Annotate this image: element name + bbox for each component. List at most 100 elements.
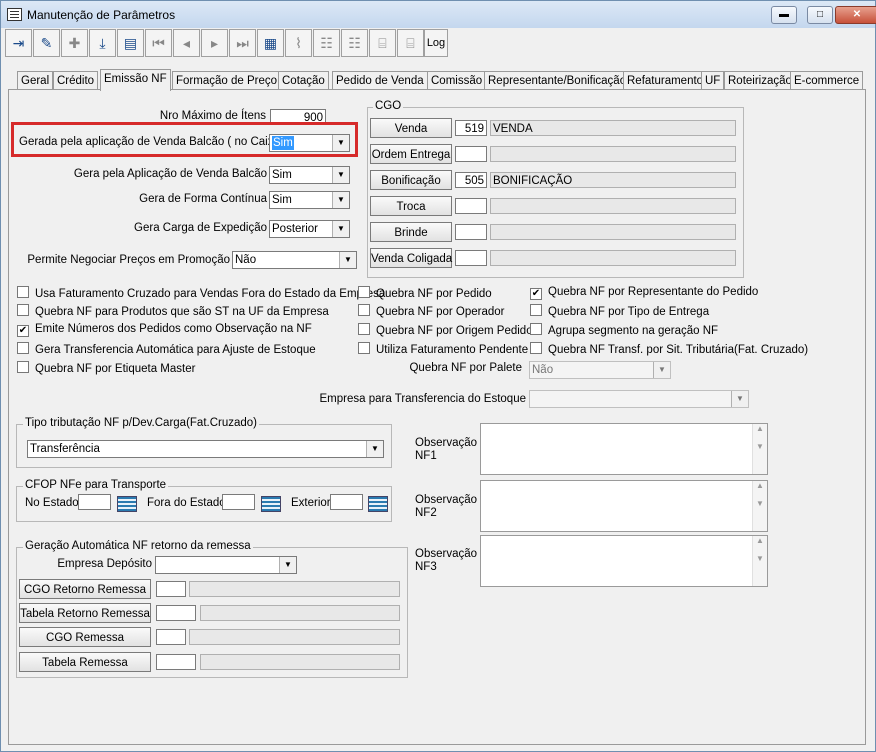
tipo-tributacao-select[interactable]: Transferência ▼: [27, 440, 384, 458]
tabela-retorno-remessa-button[interactable]: Tabela Retorno Remessa: [19, 603, 151, 623]
checkbox-box[interactable]: [530, 342, 542, 354]
checkbox-quebra-sit-tributaria[interactable]: Quebra NF Transf. por Sit. Tributária(Fa…: [530, 342, 808, 356]
cgo-troca-button[interactable]: Troca: [370, 196, 452, 216]
empresa-transf-select[interactable]: ▼: [529, 390, 749, 408]
checkbox-agrupa-segmento[interactable]: Agrupa segmento na geração NF: [530, 323, 718, 337]
chevron-down-icon[interactable]: ▼: [653, 362, 670, 378]
scrollbar[interactable]: ▲ ▼: [752, 481, 767, 531]
cgo-venda-code[interactable]: 519: [455, 120, 487, 136]
quebra-palete-select[interactable]: Não ▼: [529, 361, 671, 379]
chevron-down-icon[interactable]: ▼: [332, 221, 349, 237]
chart-icon[interactable]: ⌇: [285, 29, 312, 57]
cgo-retorno-remessa-code[interactable]: [156, 581, 186, 597]
close-button[interactable]: ✕: [835, 6, 876, 24]
checkbox-box[interactable]: [17, 361, 29, 373]
chevron-down-icon[interactable]: ▼: [332, 192, 349, 208]
maximize-button[interactable]: □: [807, 6, 833, 24]
lookup-icon[interactable]: [117, 496, 137, 512]
exit-icon[interactable]: ⇥: [5, 29, 32, 57]
cgo-bonificacao-button[interactable]: Bonificação: [370, 170, 452, 190]
cgo-brinde-button[interactable]: Brinde: [370, 222, 452, 242]
lookup-icon[interactable]: [368, 496, 388, 512]
checkbox-quebra-tipo-entrega[interactable]: Quebra NF por Tipo de Entrega: [530, 304, 709, 318]
checkbox-emite-numeros[interactable]: ✔ Emite Números dos Pedidos como Observaç…: [17, 323, 312, 337]
gera-forma-continua-select[interactable]: Sim ▼: [269, 191, 350, 209]
cgo-venda-button[interactable]: Venda: [370, 118, 452, 138]
tab-roteirizacao[interactable]: Roteirização: [724, 71, 796, 90]
check-icon[interactable]: ✔: [17, 325, 29, 337]
scrollbar[interactable]: ▲ ▼: [752, 424, 767, 474]
download-icon[interactable]: ⤓: [89, 29, 116, 57]
chevron-down-icon[interactable]: ▼: [332, 135, 349, 151]
checkbox-box[interactable]: [17, 286, 29, 298]
cgo-troca-code[interactable]: [455, 198, 487, 214]
log-button[interactable]: Log: [424, 29, 448, 57]
observacao-nf2-textarea[interactable]: ▲ ▼: [480, 480, 768, 532]
tabela-remessa-button[interactable]: Tabela Remessa: [19, 652, 151, 672]
tabela-remessa-code[interactable]: [156, 654, 196, 670]
checkbox-quebra-origem[interactable]: Quebra NF por Origem Pedido: [358, 323, 533, 337]
checkbox-box[interactable]: [17, 304, 29, 316]
observacao-nf3-textarea[interactable]: ▲ ▼: [480, 535, 768, 587]
observacao-nf1-textarea[interactable]: ▲ ▼: [480, 423, 768, 475]
tab-formacao-preco[interactable]: Formação de Preço: [172, 71, 281, 90]
check-icon[interactable]: ✔: [530, 288, 542, 300]
checkbox-fat-pendente[interactable]: Utiliza Faturamento Pendente: [358, 342, 528, 356]
checkbox-box[interactable]: [530, 304, 542, 316]
first-icon[interactable]: ⏮: [145, 29, 172, 57]
tab-pedido-venda[interactable]: Pedido de Venda: [332, 71, 428, 90]
save-icon[interactable]: ▤: [117, 29, 144, 57]
lookup-icon[interactable]: [261, 496, 281, 512]
gera-aplicacao-select[interactable]: Sim ▼: [269, 166, 350, 184]
tree-icon[interactable]: ⌸: [369, 29, 396, 57]
checkbox-quebra-representante[interactable]: ✔ Quebra NF por Representante do Pedido: [530, 286, 758, 300]
next-icon[interactable]: ▸: [201, 29, 228, 57]
grid-icon[interactable]: ▦: [257, 29, 284, 57]
cfop-fora-estado-input[interactable]: [222, 494, 255, 510]
chevron-down-icon[interactable]: ▼: [279, 557, 296, 573]
cgo-retorno-remessa-button[interactable]: CGO Retorno Remessa: [19, 579, 151, 599]
checkbox-quebra-st[interactable]: Quebra NF para Produtos que são ST na UF…: [17, 304, 329, 318]
cgo-remessa-code[interactable]: [156, 629, 186, 645]
cfop-exterior-input[interactable]: [330, 494, 363, 510]
tab-comissao[interactable]: Comissão: [427, 71, 487, 90]
chevron-down-icon[interactable]: ▼: [332, 167, 349, 183]
tab-uf[interactable]: UF: [701, 71, 725, 90]
edit-icon[interactable]: ✎: [33, 29, 60, 57]
tab-cotacao[interactable]: Cotação: [278, 71, 329, 90]
checkbox-gera-transferencia[interactable]: Gera Transferencia Automática para Ajust…: [17, 342, 316, 356]
gera-carga-select[interactable]: Posterior ▼: [269, 220, 350, 238]
cgo-venda-coligada-code[interactable]: [455, 250, 487, 266]
checkbox-quebra-operador[interactable]: Quebra NF por Operador: [358, 304, 504, 318]
checkbox-box[interactable]: [358, 304, 370, 316]
cgo-remessa-button[interactable]: CGO Remessa: [19, 627, 151, 647]
cfop-no-estado-input[interactable]: [78, 494, 111, 510]
minimize-button[interactable]: ▬: [771, 6, 797, 24]
checkbox-etiqueta-master[interactable]: Quebra NF por Etiqueta Master: [17, 361, 195, 375]
gerada-venda-balcao-select[interactable]: Sim ▼: [269, 134, 350, 152]
permite-negociar-select[interactable]: Não ▼: [232, 251, 357, 269]
tab-geral[interactable]: Geral: [17, 71, 54, 90]
checkbox-fat-cruzado[interactable]: Usa Faturamento Cruzado para Vendas Fora…: [17, 286, 385, 300]
tab-representante[interactable]: Representante/Bonificação: [484, 71, 631, 90]
tab-emissao-nf[interactable]: Emissão NF: [100, 69, 171, 91]
cgo-brinde-code[interactable]: [455, 224, 487, 240]
last-icon[interactable]: ⏭: [229, 29, 256, 57]
tab-credito[interactable]: Crédito: [53, 71, 99, 90]
chevron-down-icon[interactable]: ▼: [366, 441, 383, 457]
chevron-down-icon[interactable]: ▼: [731, 391, 748, 407]
table-add-icon[interactable]: ☷: [341, 29, 368, 57]
branch-icon[interactable]: ⌸: [397, 29, 424, 57]
cgo-bonificacao-code[interactable]: 505: [455, 172, 487, 188]
new-record-icon[interactable]: ✚: [61, 29, 88, 57]
empresa-deposito-select[interactable]: ▼: [155, 556, 297, 574]
table-icon[interactable]: ☷: [313, 29, 340, 57]
tab-refaturamento[interactable]: Refaturamento: [623, 71, 708, 90]
checkbox-box[interactable]: [358, 286, 370, 298]
checkbox-quebra-pedido[interactable]: Quebra NF por Pedido: [358, 286, 492, 300]
cgo-venda-coligada-button[interactable]: Venda Coligada: [370, 248, 452, 268]
checkbox-box[interactable]: [530, 323, 542, 335]
checkbox-box[interactable]: [358, 323, 370, 335]
chevron-down-icon[interactable]: ▼: [339, 252, 356, 268]
cgo-ordem-entrega-code[interactable]: [455, 146, 487, 162]
